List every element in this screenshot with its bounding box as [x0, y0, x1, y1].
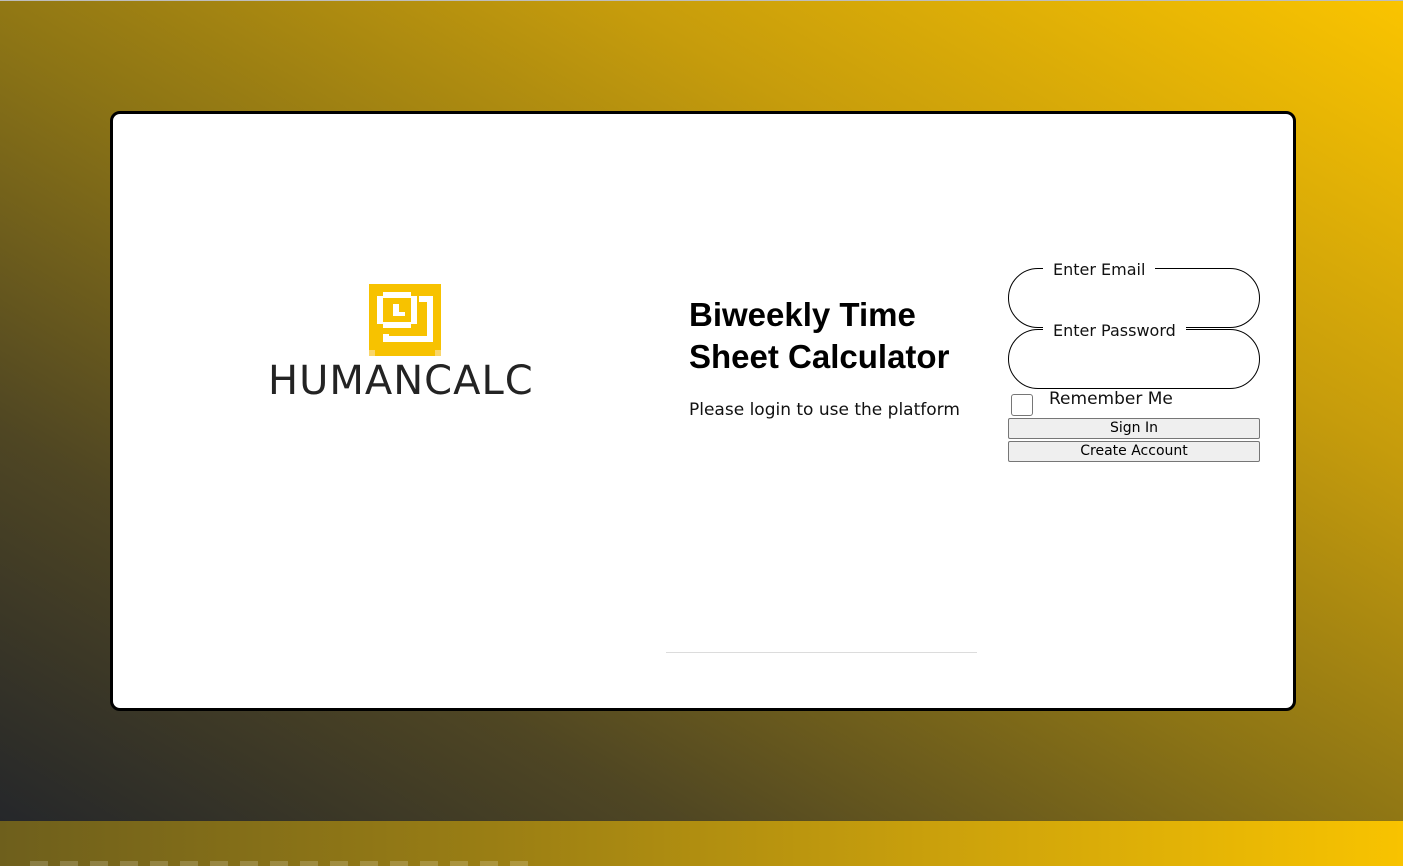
page-subtitle: Please login to use the platform [689, 400, 960, 420]
brand-logo: HUMANCALC [268, 284, 558, 404]
brand-wordmark: HUMANCALC [268, 358, 534, 404]
strip-texture [30, 861, 530, 866]
password-label: Enter Password [1043, 320, 1186, 342]
divider [666, 652, 977, 653]
create-account-button[interactable]: Create Account [1008, 441, 1260, 462]
sign-in-button[interactable]: Sign In [1008, 418, 1260, 439]
email-field: Enter Email [1008, 259, 1260, 328]
page-title: Biweekly Time Sheet Calculator [689, 296, 950, 375]
remember-me-row: Remember Me [1011, 386, 1261, 416]
email-label: Enter Email [1043, 259, 1156, 281]
clock-square-icon [369, 284, 441, 356]
login-card: HUMANCALC Biweekly Time Sheet Calculator… [110, 111, 1296, 711]
email-input[interactable] [1029, 291, 1239, 319]
page: HUMANCALC Biweekly Time Sheet Calculator… [0, 0, 1403, 866]
password-field: Enter Password [1008, 320, 1260, 389]
bottom-strip [0, 821, 1403, 866]
remember-me-label[interactable]: Remember Me [1049, 387, 1173, 411]
remember-me-checkbox[interactable] [1011, 394, 1033, 416]
password-input[interactable] [1029, 352, 1239, 380]
